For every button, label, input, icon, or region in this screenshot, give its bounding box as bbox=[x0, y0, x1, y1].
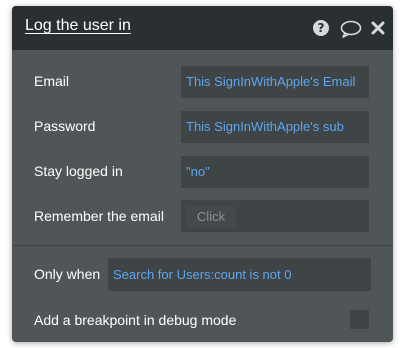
debug-breakpoint-label: Add a breakpoint in debug mode bbox=[34, 312, 237, 328]
section-divider bbox=[12, 245, 393, 246]
action-panel: Log the user in ? Email This SignInWithA… bbox=[12, 6, 393, 342]
panel-header: Log the user in ? bbox=[12, 6, 393, 50]
debug-breakpoint-checkbox[interactable] bbox=[350, 310, 369, 329]
comment-icon[interactable] bbox=[340, 20, 362, 38]
stay-logged-in-label: Stay logged in bbox=[34, 163, 123, 179]
password-field[interactable]: This SignInWithApple's sub bbox=[181, 111, 369, 143]
only-when-field[interactable]: Search for Users:count is not 0 bbox=[108, 258, 371, 291]
email-label: Email bbox=[34, 73, 70, 89]
remember-email-label: Remember the email bbox=[34, 208, 164, 224]
only-when-label: Only when bbox=[34, 266, 101, 282]
stay-logged-in-field[interactable]: "no" bbox=[181, 156, 369, 188]
password-label: Password bbox=[34, 118, 96, 134]
close-icon[interactable] bbox=[371, 21, 385, 35]
panel-title[interactable]: Log the user in bbox=[25, 17, 131, 35]
remember-email-click-button[interactable]: Click bbox=[186, 206, 236, 228]
email-field[interactable]: This SignInWithApple's Email bbox=[181, 66, 369, 98]
svg-text:?: ? bbox=[318, 21, 325, 35]
help-icon[interactable]: ? bbox=[312, 19, 330, 37]
